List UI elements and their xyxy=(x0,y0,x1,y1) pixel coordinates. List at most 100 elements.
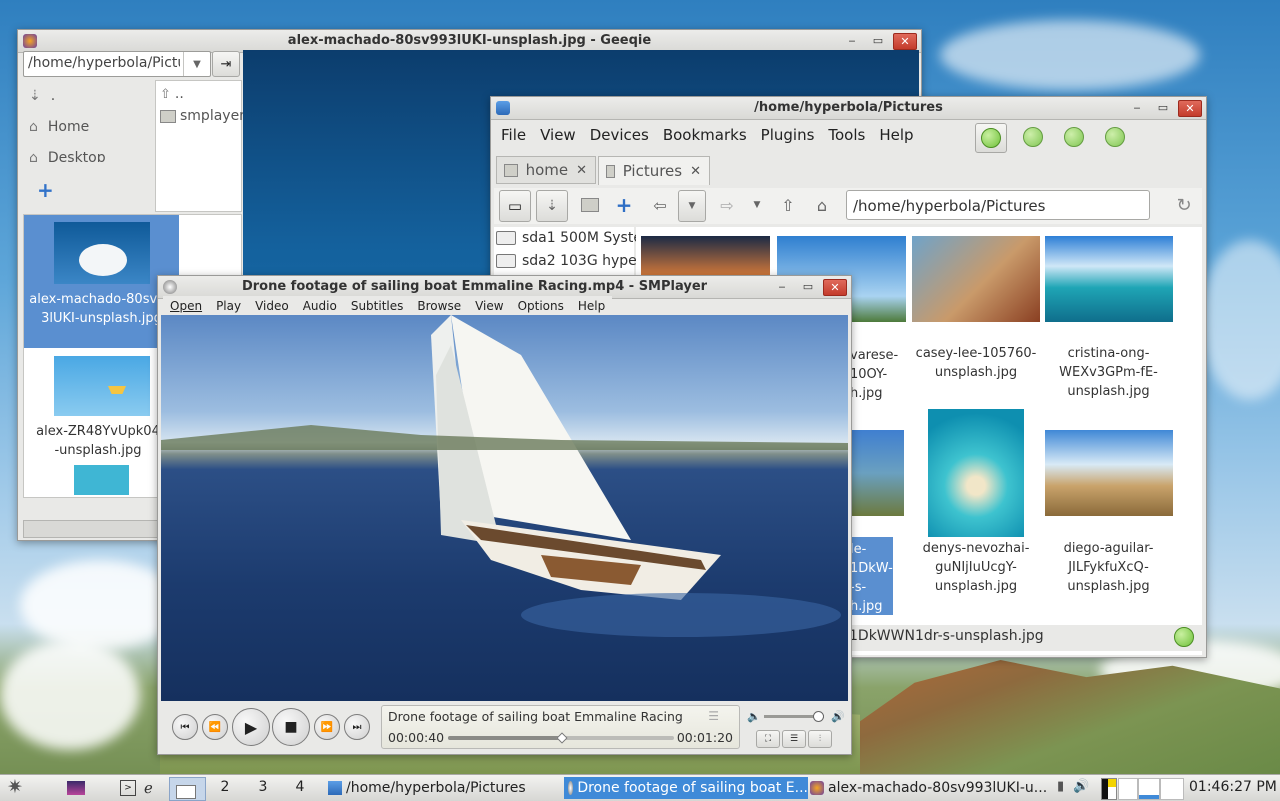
task-smplayer[interactable]: Drone footage of sailing boat E... xyxy=(564,777,808,799)
menu-options[interactable]: Options xyxy=(511,299,571,313)
menu-help[interactable]: Help xyxy=(571,299,612,313)
maximize-button[interactable]: ▭ xyxy=(867,33,889,48)
view-toggle-4[interactable] xyxy=(1100,123,1130,151)
volume-slider[interactable] xyxy=(764,711,824,722)
view-toggle-3[interactable] xyxy=(1059,123,1089,151)
menu-tools[interactable]: Tools xyxy=(821,126,872,144)
file-item-selected[interactable]: alex-machado-80sv993lUKI-unsplash.jpg xyxy=(24,215,179,348)
menu-browse[interactable]: Browse xyxy=(410,299,468,313)
tab-pictures[interactable]: Pictures ✕ xyxy=(598,156,710,185)
file-manager-titlebar[interactable]: /home/hyperbola/Pictures ‒ ▭ ✕ xyxy=(491,97,1206,120)
clock[interactable]: 01:46:27 PM xyxy=(1189,779,1277,795)
file-item[interactable]: alex-ZR48YvUpk04-unsplash.jpg xyxy=(24,352,179,462)
up-button[interactable]: ⇧ xyxy=(773,190,803,220)
terminal-launcher-icon[interactable]: > xyxy=(120,780,136,796)
file-item[interactable]: casey-lee-105760- unsplash.jpg xyxy=(911,236,1041,382)
new-tab-button[interactable]: + xyxy=(609,190,639,220)
volume-low-icon[interactable]: 🔈 xyxy=(747,710,761,723)
play-button[interactable]: ▶ xyxy=(232,708,270,746)
device-item[interactable]: sda1 500M System xyxy=(496,230,656,246)
workspace-3[interactable]: 3 xyxy=(248,779,278,795)
chevron-down-icon[interactable]: ▼ xyxy=(183,52,210,76)
minimize-button[interactable]: ‒ xyxy=(1126,100,1148,115)
keyboard-icon[interactable]: ▮ xyxy=(1057,779,1064,794)
menu-view[interactable]: View xyxy=(468,299,510,313)
seek-handle[interactable] xyxy=(556,732,568,744)
volume-icon[interactable]: 🔊 xyxy=(1073,779,1089,794)
workspace-1[interactable] xyxy=(169,777,206,801)
home-button[interactable]: ⌂ xyxy=(807,190,837,220)
list-item[interactable]: ⌂ Home xyxy=(29,119,89,135)
drive-icon xyxy=(496,231,516,245)
close-button[interactable]: ✕ xyxy=(823,279,847,296)
seek-bar[interactable] xyxy=(448,732,674,744)
workspace-4[interactable]: 4 xyxy=(285,779,315,795)
geeqie-path-input[interactable]: /home/hyperbola/Pictu xyxy=(28,55,180,71)
menu-subtitles[interactable]: Subtitles xyxy=(344,299,411,313)
list-item[interactable]: ⌂ Desktop xyxy=(29,150,106,162)
tab-close-icon[interactable]: ✕ xyxy=(690,164,701,179)
fullscreen-button[interactable]: ⛶ xyxy=(756,730,780,748)
menu-view[interactable]: View xyxy=(533,126,583,144)
device-item[interactable]: sda2 103G hyperr xyxy=(496,253,648,269)
task-geeqie[interactable]: alex-machado-80sv993lUKI-u... xyxy=(806,777,1050,799)
volume-handle[interactable] xyxy=(813,711,824,722)
close-button[interactable]: ✕ xyxy=(893,33,917,50)
close-button[interactable]: ✕ xyxy=(1178,100,1202,117)
drive-icon: ▭ xyxy=(507,197,523,215)
geeqie-path-combo[interactable]: /home/hyperbola/Pictu ▼ xyxy=(23,51,211,77)
maximize-button[interactable]: ▭ xyxy=(1152,100,1174,115)
geeqie-subfolder-list[interactable]: ⇧.. smplayer xyxy=(155,80,245,212)
menu-devices[interactable]: Devices xyxy=(583,126,656,144)
horizontal-scrollbar[interactable] xyxy=(23,520,160,538)
menu-video[interactable]: Video xyxy=(248,299,296,313)
file-item[interactable]: denys-nevozhai- guNIjIuUcgY- unsplash.jp… xyxy=(911,409,1041,596)
workspace-2[interactable]: 2 xyxy=(210,779,240,795)
file-item[interactable]: cristina-ong- WEXv3GPm-fE- unsplash.jpg xyxy=(1041,236,1176,401)
image-viewer-launcher-icon[interactable] xyxy=(67,781,85,795)
file-item[interactable]: diego-aguilar- JILFykfuXcQ- unsplash.jpg xyxy=(1041,409,1176,596)
forward-button[interactable]: ⏩ xyxy=(314,714,340,740)
playlist-button[interactable]: ☰ xyxy=(782,730,806,748)
menu-file[interactable]: File xyxy=(494,126,533,144)
view-toggle-2[interactable] xyxy=(1018,123,1048,151)
menu-bookmarks[interactable]: Bookmarks xyxy=(656,126,754,144)
back-history-button[interactable]: ▼ xyxy=(678,190,706,222)
location-input[interactable]: /home/hyperbola/Pictures xyxy=(846,190,1150,220)
next-button[interactable]: ⏭ xyxy=(344,714,370,740)
list-item[interactable]: ⇧.. xyxy=(160,86,184,102)
places-toggle-button[interactable]: ⇣ xyxy=(536,190,568,222)
menu-open[interactable]: Open xyxy=(163,299,209,313)
minimize-button[interactable]: ‒ xyxy=(841,33,863,48)
previous-button[interactable]: ⏮ xyxy=(172,714,198,740)
reload-button[interactable]: ↻ xyxy=(1169,190,1199,220)
task-file-manager[interactable]: /home/hyperbola/Pictures xyxy=(324,777,564,799)
forward-history-button[interactable]: ▼ xyxy=(742,190,772,220)
maximize-button[interactable]: ▭ xyxy=(797,279,819,294)
minimize-button[interactable]: ‒ xyxy=(771,279,793,294)
devices-toggle-button[interactable]: ▭ xyxy=(499,190,531,222)
go-path-button[interactable]: ⇥ xyxy=(212,51,240,77)
stop-button[interactable]: ■ xyxy=(272,708,310,746)
forward-button[interactable]: ⇨ xyxy=(712,190,742,220)
menu-plugins[interactable]: Plugins xyxy=(754,126,822,144)
back-button[interactable]: ⇦ xyxy=(645,190,675,220)
tab-home[interactable]: home ✕ xyxy=(496,156,596,184)
tab-close-icon[interactable]: ✕ xyxy=(576,163,587,178)
geeqie-folder-list[interactable]: ⇣. ⌂ Home ⌂ Desktop + xyxy=(23,80,155,208)
menu-help[interactable]: Help xyxy=(872,126,920,144)
rewind-button[interactable]: ⏪ xyxy=(202,714,228,740)
menu-play[interactable]: Play xyxy=(209,299,248,313)
list-item[interactable]: smplayer xyxy=(160,108,245,124)
browser-launcher-icon[interactable]: ℯ xyxy=(144,779,153,797)
video-area[interactable] xyxy=(161,315,848,701)
volume-high-icon[interactable]: 🔊 xyxy=(831,710,845,723)
menu-audio[interactable]: Audio xyxy=(296,299,344,313)
view-toggle-1[interactable] xyxy=(975,123,1007,153)
start-menu-icon[interactable]: ✷ xyxy=(7,776,23,798)
list-item[interactable]: ⇣. xyxy=(29,88,55,104)
add-bookmark-icon[interactable]: + xyxy=(37,178,54,202)
new-folder-button[interactable] xyxy=(575,190,605,220)
equalizer-button[interactable]: ⫶ xyxy=(808,730,832,748)
thumbnail[interactable] xyxy=(641,236,770,276)
